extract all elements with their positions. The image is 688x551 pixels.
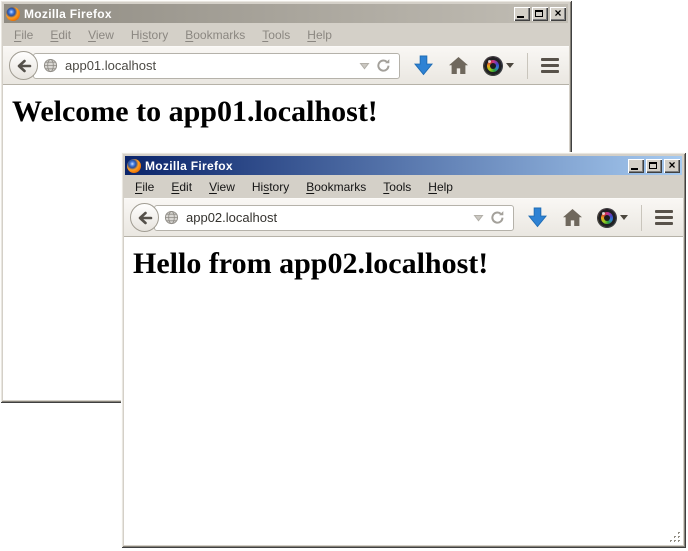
title-bar[interactable]: Mozilla Firefox × [4, 4, 568, 23]
home-icon [449, 57, 468, 74]
hamburger-menu-icon [541, 64, 559, 67]
reload-icon [490, 210, 505, 225]
minimize-icon [631, 168, 638, 170]
menu-item-history[interactable]: History [124, 26, 175, 44]
toolbar-separator [527, 53, 528, 79]
colorwheel-addon-icon [598, 209, 616, 227]
urlbar-dropdown-button[interactable] [470, 214, 487, 222]
window-title: Mozilla Firefox [24, 7, 112, 21]
menu-bar: FileEditViewHistoryBookmarksToolsHelp [3, 23, 569, 46]
maximize-icon [535, 10, 543, 17]
hamburger-menu-icon [541, 58, 559, 61]
menu-item-help[interactable]: Help [300, 26, 339, 44]
menu-item-file[interactable]: File [7, 26, 40, 44]
back-icon [137, 210, 153, 226]
globe-favicon-icon[interactable] [164, 210, 179, 225]
dropdown-caret-icon [506, 63, 514, 68]
urlbar-dropdown-icon [359, 62, 370, 70]
home-button[interactable] [563, 209, 582, 226]
urlbar-dropdown-icon [473, 214, 484, 222]
firefox-logo-icon [6, 7, 20, 21]
menu-item-help[interactable]: Help [421, 178, 460, 196]
navigation-toolbar: app02.localhost [124, 198, 683, 237]
window-title: Mozilla Firefox [145, 159, 233, 173]
download-button[interactable] [528, 207, 547, 228]
minimize-icon [517, 16, 524, 18]
colorwheel-addon-icon [484, 57, 502, 75]
back-button[interactable] [9, 51, 38, 80]
download-button[interactable] [414, 55, 433, 76]
menu-button[interactable] [541, 58, 559, 73]
url-value: app02.localhost [186, 210, 470, 225]
back-button[interactable] [130, 203, 159, 232]
close-icon: × [668, 160, 675, 170]
urlbar-dropdown-button[interactable] [356, 62, 373, 70]
menu-item-bookmarks[interactable]: Bookmarks [178, 26, 252, 44]
toolbar-icons [528, 205, 673, 231]
menu-item-file[interactable]: File [128, 178, 161, 196]
toolbar-separator [641, 205, 642, 231]
toolbar-icons [414, 53, 559, 79]
reload-button[interactable] [373, 58, 394, 73]
menu-item-history[interactable]: History [245, 178, 296, 196]
dropdown-caret-icon [620, 215, 628, 220]
menu-item-tools[interactable]: Tools [376, 178, 418, 196]
addon-button[interactable] [484, 57, 514, 75]
hamburger-menu-icon [541, 70, 559, 73]
close-icon: × [554, 8, 561, 18]
resize-grip[interactable] [668, 530, 682, 544]
menu-item-tools[interactable]: Tools [255, 26, 297, 44]
close-button[interactable]: × [550, 7, 566, 21]
minimize-button[interactable] [514, 7, 530, 21]
maximize-icon [649, 162, 657, 169]
title-bar[interactable]: Mozilla Firefox × [125, 156, 682, 175]
url-bar[interactable]: app01.localhost [33, 53, 400, 79]
menu-button[interactable] [655, 210, 673, 225]
hamburger-menu-icon [655, 216, 673, 219]
close-button[interactable]: × [664, 159, 680, 173]
window-controls: × [628, 159, 680, 173]
hamburger-menu-icon [655, 210, 673, 213]
page-content: Hello from app02.localhost! [124, 237, 683, 545]
url-bar[interactable]: app02.localhost [154, 205, 514, 231]
menu-item-view[interactable]: View [81, 26, 121, 44]
home-icon [563, 209, 582, 226]
desktop: Mozilla Firefox × FileEditViewHistoryBoo… [0, 0, 688, 551]
maximize-button[interactable] [532, 7, 548, 21]
menu-bar: FileEditViewHistoryBookmarksToolsHelp [124, 175, 683, 198]
reload-icon [376, 58, 391, 73]
window-controls: × [514, 7, 566, 21]
page-heading: Welcome to app01.localhost! [12, 95, 569, 128]
reload-button[interactable] [487, 210, 508, 225]
download-icon [414, 55, 433, 76]
navigation-toolbar: app01.localhost [3, 46, 569, 85]
url-value: app01.localhost [65, 58, 356, 73]
minimize-button[interactable] [628, 159, 644, 173]
addon-button[interactable] [598, 209, 628, 227]
firefox-window-app02: Mozilla Firefox × FileEditViewHistoryBoo… [121, 152, 686, 548]
home-button[interactable] [449, 57, 468, 74]
back-icon [16, 58, 32, 74]
hamburger-menu-icon [655, 222, 673, 225]
maximize-button[interactable] [646, 159, 662, 173]
menu-item-bookmarks[interactable]: Bookmarks [299, 178, 373, 196]
menu-item-view[interactable]: View [202, 178, 242, 196]
download-icon [528, 207, 547, 228]
page-heading: Hello from app02.localhost! [133, 247, 683, 280]
menu-item-edit[interactable]: Edit [164, 178, 199, 196]
firefox-logo-icon [127, 159, 141, 173]
menu-item-edit[interactable]: Edit [43, 26, 78, 44]
globe-favicon-icon[interactable] [43, 58, 58, 73]
